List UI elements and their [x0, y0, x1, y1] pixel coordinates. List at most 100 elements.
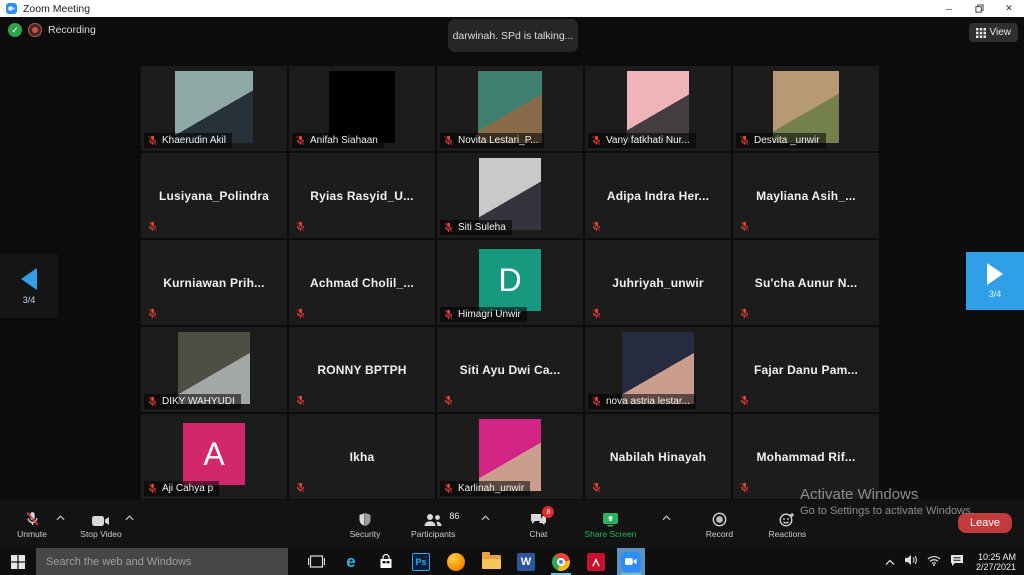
photoshop-icon[interactable]: Ps [407, 548, 435, 575]
participant-tile[interactable]: Ryias Rasyid_U... [289, 153, 435, 238]
clock[interactable]: 10:25 AM 2/27/2021 [976, 552, 1016, 572]
participant-tile[interactable]: Anifah Siahaan [289, 66, 435, 151]
participant-tile[interactable]: Nabilah Hinayah [585, 414, 731, 499]
recording-icon[interactable] [28, 23, 42, 37]
participant-name: Aji Cahya p [162, 483, 213, 494]
participant-tile[interactable]: RONNY BPTPH [289, 327, 435, 412]
muted-mic-icon [443, 222, 454, 233]
tray-date: 2/27/2021 [976, 562, 1016, 572]
participant-tile[interactable]: Vany fatkhati Nur... [585, 66, 731, 151]
page-indicator: 3/4 [23, 295, 36, 305]
participant-tile[interactable]: AAji Cahya p [141, 414, 287, 499]
restore-button[interactable] [964, 0, 994, 17]
volume-icon[interactable] [904, 553, 918, 571]
start-button[interactable] [0, 548, 36, 575]
leave-button[interactable]: Leave [958, 513, 1012, 533]
participants-options-chevron[interactable] [481, 508, 490, 526]
participant-name: Siti Ayu Dwi Ca... [437, 327, 583, 412]
muted-mic-icon [591, 308, 602, 319]
participant-tile[interactable]: Ikha [289, 414, 435, 499]
active-speaker-toast: darwinah. SPd is talking... [448, 19, 578, 52]
share-screen-button[interactable]: Share Screen [584, 510, 636, 539]
view-button[interactable]: View [969, 23, 1019, 42]
participant-tile[interactable]: Karlinah_unwir [437, 414, 583, 499]
participant-tile[interactable]: Kurniawan Prih... [141, 240, 287, 325]
tray-chevron-icon[interactable] [885, 553, 895, 571]
participants-button[interactable]: Participants 86 [411, 510, 455, 539]
participant-tile[interactable]: Adipa Indra Her... [585, 153, 731, 238]
minimize-button[interactable]: ─ [934, 0, 964, 17]
next-arrow-icon [987, 263, 1003, 285]
stop-video-button[interactable]: Stop Video [79, 510, 123, 539]
share-options-chevron[interactable] [662, 508, 671, 526]
previous-page-button[interactable]: 3/4 [0, 254, 58, 318]
participants-icon [423, 510, 443, 527]
close-button[interactable]: ✕ [994, 0, 1024, 17]
participant-name: Fajar Danu Pam... [733, 327, 879, 412]
participant-tile[interactable]: DHimagri Unwir [437, 240, 583, 325]
participant-name: Kurniawan Prih... [141, 240, 287, 325]
firefox-icon[interactable] [442, 548, 470, 575]
participant-tile[interactable]: Khaerudin Akil [141, 66, 287, 151]
reactions-smiley-icon [779, 510, 795, 527]
muted-mic-icon [739, 482, 750, 493]
unmute-label: Unmute [17, 529, 47, 539]
participants-label: Participants [411, 529, 455, 539]
acrobat-icon[interactable] [582, 548, 610, 575]
page-indicator: 3/4 [989, 289, 1002, 299]
reactions-button[interactable]: Reactions [765, 510, 809, 539]
muted-mic-icon [591, 135, 602, 146]
record-button[interactable]: Record [697, 510, 741, 539]
participant-tile[interactable]: Su'cha Aunur N... [733, 240, 879, 325]
previous-arrow-icon [21, 268, 37, 290]
file-explorer-icon[interactable] [477, 548, 505, 575]
participant-tile[interactable]: Fajar Danu Pam... [733, 327, 879, 412]
zoom-taskbar-icon[interactable] [617, 548, 645, 575]
word-icon[interactable]: W [512, 548, 540, 575]
unmute-button[interactable]: Unmute [10, 510, 54, 539]
participant-name: DIKY WAHYUDI [162, 396, 235, 407]
participant-tile[interactable]: Siti Suleha [437, 153, 583, 238]
reactions-label: Reactions [769, 529, 807, 539]
security-label: Security [350, 529, 381, 539]
participant-tile[interactable]: Siti Ayu Dwi Ca... [437, 327, 583, 412]
task-view-icon[interactable] [302, 548, 330, 575]
participant-name: Mohammad Rif... [733, 414, 879, 499]
participant-tile[interactable]: Juhriyah_unwir [585, 240, 731, 325]
participant-name: Juhriyah_unwir [585, 240, 731, 325]
tray-time: 10:25 AM [976, 552, 1016, 562]
participant-tile[interactable]: Desvita _unwir [733, 66, 879, 151]
encryption-shield-icon[interactable]: ✓ [8, 23, 22, 37]
chat-button[interactable]: Chat 8 [516, 510, 560, 539]
participant-name: Himagri Unwir [458, 309, 521, 320]
participant-tile[interactable]: nova astria lestar... [585, 327, 731, 412]
participant-name: Desvita _unwir [754, 135, 820, 146]
participant-tile[interactable]: Mohammad Rif... [733, 414, 879, 499]
participant-tile[interactable]: Novita Lestari_P... [437, 66, 583, 151]
next-page-button[interactable]: 3/4 [966, 252, 1024, 310]
participant-name: Lusiyana_Polindra [141, 153, 287, 238]
participant-name: Karlinah_unwir [458, 483, 524, 494]
notifications-icon[interactable] [950, 553, 964, 571]
participant-tile[interactable]: DIKY WAHYUDI [141, 327, 287, 412]
chrome-icon[interactable] [547, 548, 575, 575]
video-options-chevron[interactable] [125, 508, 134, 526]
unmute-options-chevron[interactable] [56, 508, 65, 526]
participant-tile[interactable]: Achmad Cholil_... [289, 240, 435, 325]
share-screen-label: Share Screen [584, 529, 636, 539]
participant-tile[interactable]: Mayliana Asih_... [733, 153, 879, 238]
participant-name: Achmad Cholil_... [289, 240, 435, 325]
recording-label: Recording [48, 24, 96, 36]
security-button[interactable]: Security [343, 510, 387, 539]
zoom-app-icon [6, 3, 17, 14]
edge-icon[interactable]: e [337, 548, 365, 575]
wifi-icon[interactable] [927, 553, 941, 571]
muted-mic-icon [295, 135, 306, 146]
participant-name: Nabilah Hinayah [585, 414, 731, 499]
participant-tile[interactable]: Lusiyana_Polindra [141, 153, 287, 238]
view-button-label: View [990, 27, 1012, 38]
muted-mic-icon [295, 308, 306, 319]
muted-mic-icon [591, 221, 602, 232]
microsoft-store-icon[interactable] [372, 548, 400, 575]
taskbar-search-input[interactable] [36, 548, 288, 575]
